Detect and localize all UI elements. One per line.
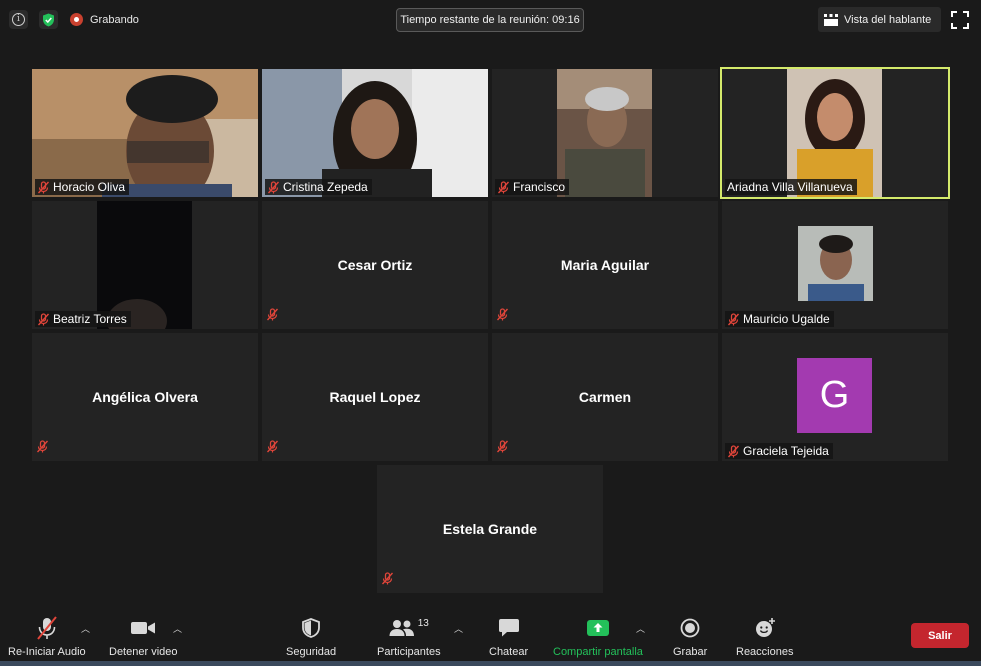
participant-tile[interactable]: Francisco	[492, 69, 718, 197]
mic-muted-icon	[267, 180, 280, 193]
leave-meeting-button[interactable]: Salir	[911, 623, 969, 648]
participant-tile[interactable]: Cristina Zepeda	[262, 69, 488, 197]
participant-tile[interactable]: Angélica Olvera	[32, 333, 258, 461]
mic-muted-icon	[497, 180, 510, 193]
participant-video	[787, 69, 882, 197]
mic-muted-icon	[37, 616, 57, 640]
mic-muted-icon	[496, 308, 509, 321]
top-bar: i Grabando Tiempo restante de la reunión…	[0, 0, 981, 40]
recording-label: Grabando	[90, 13, 139, 26]
mute-status	[266, 308, 279, 326]
mute-status	[266, 440, 279, 458]
share-screen-button[interactable]: Compartir pantalla	[553, 616, 643, 658]
participants-icon	[389, 620, 414, 636]
info-icon: i	[12, 13, 25, 26]
participant-tile[interactable]: Carmen	[492, 333, 718, 461]
participant-name: Cesar Ortiz	[337, 257, 413, 273]
participants-count: 13	[417, 617, 429, 629]
participant-tile[interactable]: Raquel Lopez	[262, 333, 488, 461]
meeting-time-remaining: Tiempo restante de la reunión: 09:16	[396, 8, 584, 32]
speaker-view-label: Vista del hablante	[844, 13, 932, 26]
participant-name: Raquel Lopez	[329, 389, 421, 405]
participant-name: Angélica Olvera	[92, 389, 198, 405]
participants-button[interactable]: 13 Participantes	[377, 616, 441, 659]
security-button[interactable]: Seguridad	[286, 616, 336, 658]
video-button[interactable]: Detener video	[109, 616, 178, 658]
mute-status	[381, 572, 394, 590]
mic-muted-icon	[496, 440, 509, 453]
participant-tile[interactable]: Cesar Ortiz	[262, 201, 488, 329]
meeting-toolbar: Re-Iniciar Audio ︿ Detener video ︿ Segur…	[0, 608, 981, 666]
participant-name-label: Beatriz Torres	[35, 311, 131, 327]
emoji-add-icon	[755, 618, 775, 637]
mute-status	[496, 440, 509, 458]
participant-video	[262, 69, 488, 197]
shield-check-icon	[43, 13, 54, 26]
participant-name-label: Horacio Oliva	[35, 179, 130, 195]
audio-options-caret[interactable]: ︿	[81, 622, 90, 635]
record-button[interactable]: Grabar	[673, 616, 707, 658]
participant-name-label: Cristina Zepeda	[265, 179, 372, 195]
chat-bubble-icon	[498, 619, 519, 637]
mic-muted-icon	[266, 440, 279, 453]
recording-indicator[interactable]: Grabando	[70, 10, 139, 29]
participant-tile[interactable]: Estela Grande	[377, 465, 603, 593]
reactions-button[interactable]: Reacciones	[736, 616, 793, 658]
share-screen-icon	[586, 620, 609, 636]
mute-status	[496, 308, 509, 326]
mic-muted-icon	[727, 312, 740, 325]
participant-video	[557, 69, 652, 197]
mic-muted-icon	[37, 312, 50, 325]
participant-video	[97, 201, 192, 329]
participant-name: Maria Aguilar	[560, 257, 650, 273]
os-taskbar-edge	[0, 661, 981, 666]
audio-button[interactable]: Re-Iniciar Audio	[8, 616, 86, 658]
participant-name-label: Mauricio Ugalde	[725, 311, 834, 327]
share-options-caret[interactable]: ︿	[636, 622, 645, 635]
chat-button[interactable]: Chatear	[489, 616, 528, 658]
participant-name-label: Graciela Tejeida	[725, 443, 833, 459]
speaker-view-button[interactable]: Vista del hablante	[818, 7, 941, 32]
record-icon	[680, 618, 700, 638]
fullscreen-icon[interactable]	[951, 11, 969, 29]
participant-tile[interactable]: Beatriz Torres	[32, 201, 258, 329]
participant-tile[interactable]: Mauricio Ugalde	[722, 201, 948, 329]
meeting-info-button[interactable]: i	[9, 10, 28, 29]
mic-muted-icon	[37, 180, 50, 193]
mic-muted-icon	[36, 440, 49, 453]
participant-tile[interactable]: Maria Aguilar	[492, 201, 718, 329]
participant-video	[798, 226, 873, 301]
participants-options-caret[interactable]: ︿	[454, 622, 463, 635]
mic-muted-icon	[381, 572, 394, 585]
encryption-shield-button[interactable]	[39, 10, 58, 29]
participant-name: Carmen	[578, 389, 632, 405]
participant-tile[interactable]: Horacio Oliva	[32, 69, 258, 197]
video-camera-icon	[131, 622, 156, 634]
grid-view-icon	[824, 13, 838, 26]
recording-dot-icon	[70, 13, 83, 26]
video-options-caret[interactable]: ︿	[173, 622, 182, 635]
participant-tile-active-speaker[interactable]: Ariadna Villa Villanueva	[720, 67, 950, 199]
mute-status	[36, 440, 49, 458]
participant-name-label: Ariadna Villa Villanueva	[725, 179, 857, 195]
participant-name-label: Francisco	[495, 179, 570, 195]
mic-muted-icon	[727, 444, 740, 457]
avatar: G	[797, 358, 872, 433]
participant-video	[32, 69, 258, 197]
participant-name: Estela Grande	[442, 521, 538, 537]
participant-tile[interactable]: G Graciela Tejeida	[722, 333, 948, 461]
mic-muted-icon	[266, 308, 279, 321]
shield-icon	[302, 618, 320, 638]
